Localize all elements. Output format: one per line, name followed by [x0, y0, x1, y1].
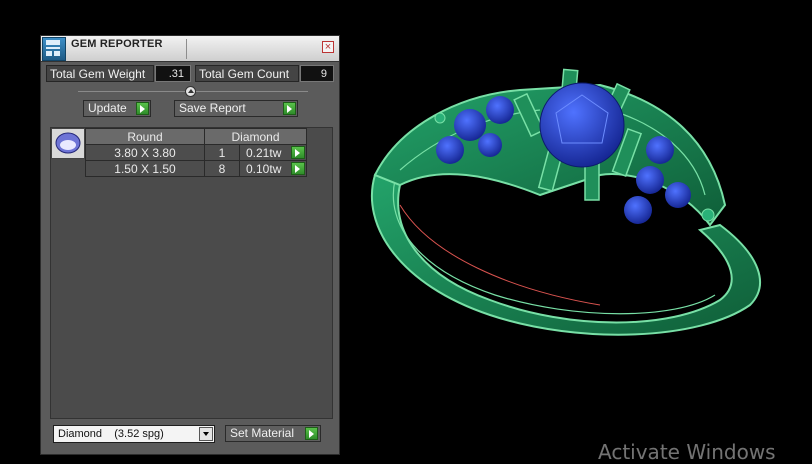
panel-title: GEM REPORTER — [71, 38, 163, 50]
row-play-arrow-icon[interactable] — [291, 146, 305, 159]
total-gem-count-value: 9 — [300, 65, 334, 82]
material-dropdown[interactable]: Diamond (3.52 spg) — [53, 425, 215, 443]
table-header-row: Round Diamond — [85, 128, 307, 145]
round-gem-thumbnail[interactable] — [51, 128, 85, 159]
total-gem-weight-label: Total Gem Weight — [46, 65, 154, 82]
column-header-shape: Round — [85, 128, 205, 145]
gem-size-cell: 1.50 X 1.50 — [85, 160, 205, 177]
total-gem-count-label: Total Gem Count — [195, 65, 299, 82]
save-report-button-label: Save Report — [179, 101, 246, 115]
total-gem-weight-value: .31 — [155, 65, 191, 82]
gem-table: Round Diamond 3.80 X 3.80 1 0.21tw 1.50 … — [85, 128, 307, 177]
table-row[interactable]: 1.50 X 1.50 8 0.10tw — [85, 160, 307, 177]
gem-size-cell: 3.80 X 3.80 — [85, 144, 205, 161]
slider-handle[interactable] — [185, 86, 196, 97]
update-button-label: Update — [88, 101, 127, 115]
play-arrow-icon — [136, 102, 149, 115]
gem-count-cell: 1 — [204, 144, 240, 161]
save-report-button[interactable]: Save Report — [174, 100, 298, 117]
set-material-button[interactable]: Set Material — [225, 425, 321, 442]
gem-weight-value: 0.10tw — [246, 161, 282, 176]
gem-count-cell: 8 — [204, 160, 240, 177]
gem-weight-cell: 0.10tw — [239, 160, 307, 177]
ring-model — [370, 68, 761, 336]
titlebar-divider — [186, 39, 187, 59]
gem-weight-cell: 0.21tw — [239, 144, 307, 161]
material-dropdown-value: Diamond (3.52 spg) — [58, 428, 164, 440]
play-arrow-icon — [305, 427, 318, 440]
windows-activation-watermark: Activate Windows — [598, 440, 776, 464]
play-arrow-icon — [283, 102, 296, 115]
update-button[interactable]: Update — [83, 100, 151, 117]
gem-reporter-app-icon — [42, 37, 66, 61]
table-row[interactable]: 3.80 X 3.80 1 0.21tw — [85, 144, 307, 161]
row-play-arrow-icon[interactable] — [291, 162, 305, 175]
gem-reporter-panel: GEM REPORTER × Total Gem Weight .31 Tota… — [40, 35, 340, 455]
panel-titlebar[interactable]: GEM REPORTER × — [41, 36, 339, 62]
gem-weight-value: 0.21tw — [246, 145, 282, 160]
column-header-material: Diamond — [204, 128, 307, 145]
close-button[interactable]: × — [322, 41, 334, 53]
set-material-button-label: Set Material — [230, 426, 295, 440]
dropdown-arrow-icon[interactable] — [199, 427, 213, 441]
